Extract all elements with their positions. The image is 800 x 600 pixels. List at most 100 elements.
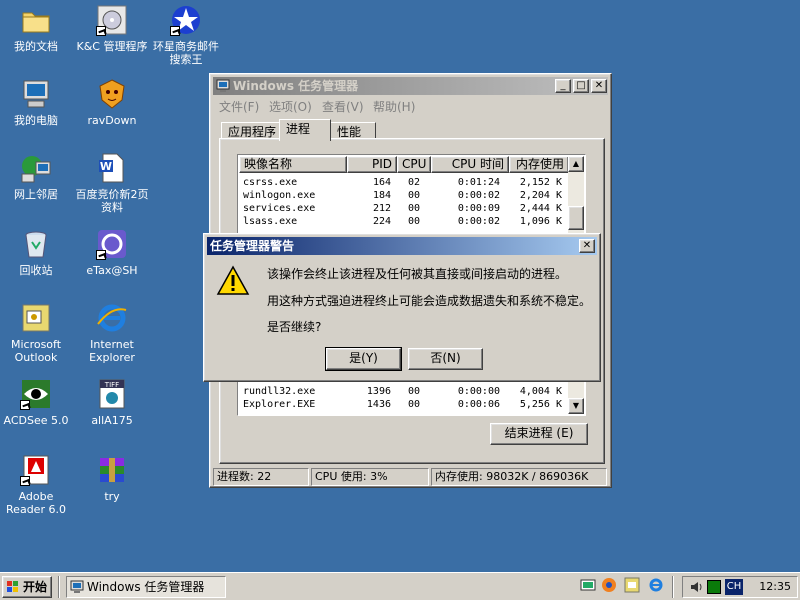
desktop-icon-alla175[interactable]: TIFF allA175 — [74, 378, 150, 427]
process-cpu-time: 0:01:24 — [457, 177, 500, 188]
desktop-icon-recycle-bin[interactable]: 回收站 — [0, 228, 74, 277]
shortcut-arrow-icon — [20, 476, 30, 486]
ie-icon — [96, 302, 128, 334]
quicklaunch-outlook-icon[interactable] — [624, 577, 640, 593]
process-cpu: 00 — [407, 399, 420, 410]
process-cpu-time: 0:00:02 — [457, 216, 500, 227]
dialog-title-bar[interactable]: 任务管理器警告 ✕ — [207, 237, 597, 255]
warning-dialog: 任务管理器警告 ✕ 该操作会终止该进程及任何被其直接或间接启动的进程。 用这种方… — [203, 233, 601, 382]
taskbar-task-manager-button[interactable]: Windows 任务管理器 — [66, 576, 226, 598]
menu-help[interactable]: 帮助(H) — [373, 98, 415, 115]
scroll-thumb[interactable] — [568, 206, 584, 230]
process-pid: 224 — [372, 216, 391, 227]
windows-logo-icon — [6, 580, 20, 594]
svg-text:W: W — [100, 160, 112, 173]
task-manager-taskbar-icon — [70, 580, 84, 594]
quicklaunch-ie-icon[interactable] — [648, 577, 664, 593]
shortcut-arrow-icon — [170, 26, 180, 36]
adobe-reader-icon — [20, 454, 52, 486]
process-row[interactable]: Explorer.EXE 1436 00 0:00:06 5,256 K — [240, 398, 570, 411]
recycle-bin-icon — [20, 228, 52, 260]
desktop-icon-my-computer[interactable]: 我的电脑 — [0, 78, 74, 127]
etax-icon — [96, 228, 128, 260]
desktop-icon-try[interactable]: try — [74, 454, 150, 503]
column-cpu[interactable]: CPU — [397, 156, 431, 173]
task-manager-app-icon — [216, 79, 230, 93]
desktop-icon-baidu-doc[interactable]: W 百度竞价新2页资料 — [74, 152, 150, 214]
shortcut-arrow-icon — [20, 400, 30, 410]
system-tray: CH 12:35 — [682, 576, 798, 598]
column-pid[interactable]: PID — [347, 156, 397, 173]
dialog-message-line2: 用这种方式强迫进程终止可能会造成数据遗失和系统不稳定。 — [267, 294, 592, 308]
taskbar-separator — [672, 576, 674, 598]
star-icon — [170, 4, 202, 36]
dialog-title: 任务管理器警告 — [210, 239, 295, 253]
process-cpu: 00 — [407, 216, 420, 227]
desktop-icon-adobe-reader[interactable]: Adobe Reader 6.0 — [0, 454, 74, 516]
desktop-icon-kc-manager[interactable]: K&C 管理程序 — [74, 4, 150, 53]
column-cpu-time[interactable]: CPU 时间 — [431, 156, 509, 173]
outlook-icon — [20, 302, 52, 334]
end-process-button[interactable]: 结束进程 (E) — [490, 423, 588, 445]
process-cpu: 00 — [407, 386, 420, 397]
process-cpu: 02 — [407, 177, 420, 188]
desktop-icon-etax[interactable]: eTax@SH — [74, 228, 150, 277]
shortcut-arrow-icon — [96, 250, 106, 260]
dialog-message-line3: 是否继续? — [267, 320, 322, 334]
desktop-icon-my-documents[interactable]: 我的文档 — [0, 4, 74, 53]
process-mem: 5,256 K — [519, 399, 562, 410]
dialog-close-button[interactable]: ✕ — [579, 239, 595, 253]
menu-file[interactable]: 文件(F) — [219, 98, 259, 115]
close-button[interactable]: ✕ — [591, 79, 607, 93]
input-language-indicator[interactable]: CH — [725, 579, 743, 595]
menu-options[interactable]: 选项(O) — [269, 98, 312, 115]
minimize-button[interactable]: _ — [555, 79, 571, 93]
process-row[interactable]: rundll32.exe 1396 00 0:00:00 4,004 K — [240, 385, 570, 398]
process-cpu: 00 — [407, 190, 420, 201]
quicklaunch-desktop-icon[interactable] — [580, 577, 596, 593]
no-button[interactable]: 否(N) — [408, 348, 483, 370]
quicklaunch-browser-icon[interactable] — [601, 577, 617, 593]
start-label: 开始 — [23, 580, 48, 594]
process-row[interactable]: csrss.exe 164 02 0:01:24 2,152 K — [240, 176, 570, 189]
computer-icon — [20, 78, 52, 110]
desktop-icon-network[interactable]: 网上邻居 — [0, 152, 74, 201]
winrar-icon — [96, 454, 128, 486]
clock[interactable]: 12:35 — [759, 579, 791, 595]
task-manager-title-bar[interactable]: Windows 任务管理器 _ □ ✕ — [213, 77, 608, 95]
speaker-icon[interactable] — [689, 580, 703, 594]
process-pid: 164 — [372, 177, 391, 188]
menu-bar: 文件(F) 选项(O) 查看(V) 帮助(H) — [213, 96, 608, 115]
desktop-icon-outlook[interactable]: Microsoft Outlook — [0, 302, 74, 364]
column-mem-usage[interactable]: 内存使用 — [509, 156, 569, 173]
process-mem: 1,096 K — [519, 216, 562, 227]
column-image-name[interactable]: 映像名称 — [239, 156, 347, 173]
status-process-count: 进程数: 22 — [213, 468, 309, 486]
scroll-down-icon[interactable]: ▼ — [568, 398, 584, 414]
task-manager-title: Windows 任务管理器 — [233, 79, 359, 93]
yes-button[interactable]: 是(Y) — [325, 347, 402, 371]
status-cpu-usage: CPU 使用: 3% — [311, 468, 429, 486]
network-tray-icon[interactable] — [707, 580, 721, 594]
process-row[interactable]: winlogon.exe 184 00 0:00:02 2,204 K — [240, 189, 570, 202]
desktop-icon-acdsee[interactable]: ACDSee 5.0 — [0, 378, 74, 427]
process-cpu: 00 — [407, 203, 420, 214]
menu-view[interactable]: 查看(V) — [322, 98, 364, 115]
desktop-icon-email-search[interactable]: 环星商务邮件搜索王 — [148, 4, 224, 66]
process-pid: 1396 — [366, 386, 391, 397]
desktop-icon-internet-explorer[interactable]: Internet Explorer — [74, 302, 150, 364]
maximize-button[interactable]: □ — [573, 79, 589, 93]
tab-processes[interactable]: 进程 — [279, 119, 331, 141]
cd-drive-icon — [96, 4, 128, 36]
desktop-icon-ravdown[interactable]: ravDown — [74, 78, 150, 127]
process-pid: 184 — [372, 190, 391, 201]
process-row[interactable]: services.exe 212 00 0:00:09 2,444 K — [240, 202, 570, 215]
process-cpu-time: 0:00:02 — [457, 190, 500, 201]
process-row[interactable]: lsass.exe 224 00 0:00:02 1,096 K — [240, 215, 570, 228]
start-button[interactable]: 开始 — [2, 576, 52, 598]
process-name: winlogon.exe — [243, 190, 316, 201]
process-name: services.exe — [243, 203, 316, 214]
scroll-up-icon[interactable]: ▲ — [568, 156, 584, 172]
process-mem: 2,444 K — [519, 203, 562, 214]
lion-icon — [96, 78, 128, 110]
